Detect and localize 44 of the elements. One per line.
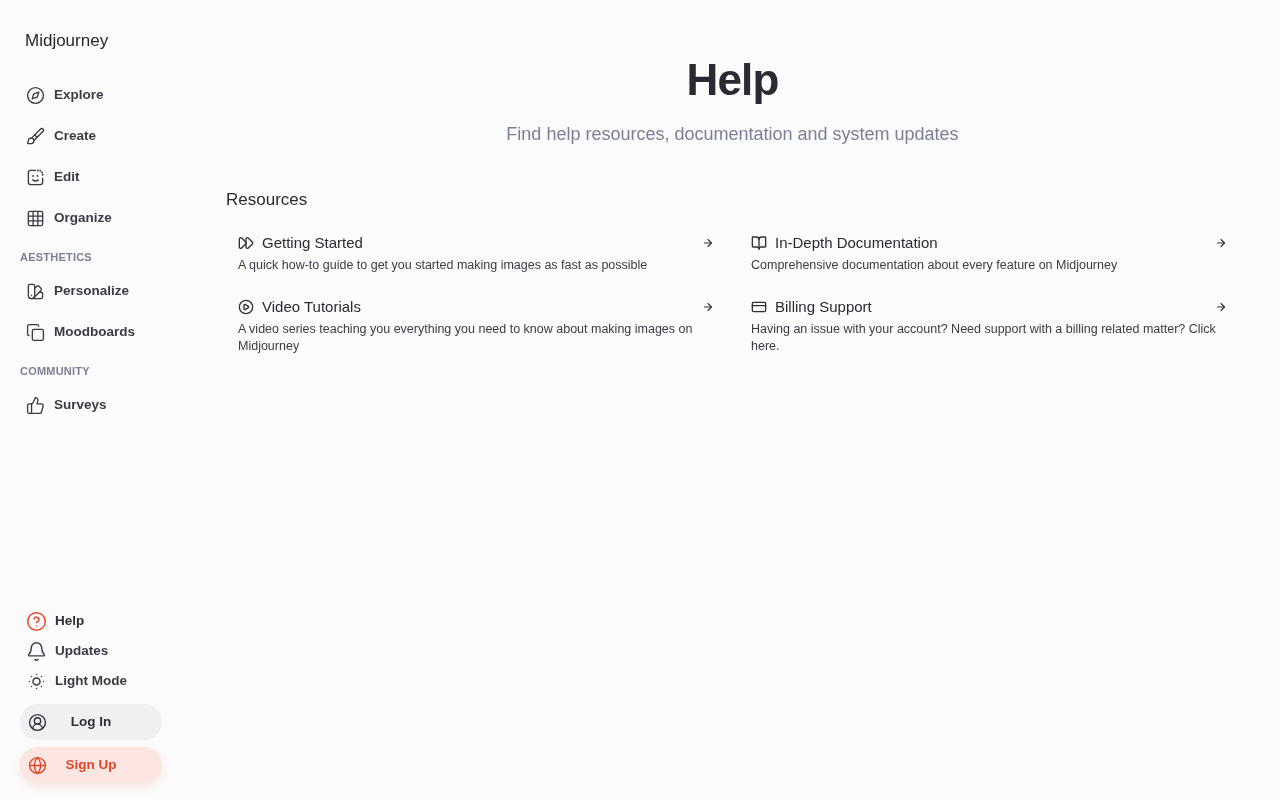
nav-item[interactable]: Edit — [20, 157, 180, 198]
globe-icon — [28, 755, 47, 775]
resource-link[interactable]: Getting Started — [262, 232, 363, 254]
arrow-right-icon[interactable] — [1215, 301, 1227, 313]
nav-item[interactable]: Personalize — [20, 271, 180, 312]
user-circle-icon — [28, 712, 47, 732]
nav-item[interactable]: Help — [20, 606, 180, 636]
thumbs-up-icon — [26, 396, 45, 415]
book-icon — [751, 235, 767, 251]
section-heading: AESTHETICS — [20, 250, 93, 265]
compass-icon — [26, 86, 45, 105]
brand-name[interactable]: Midjourney — [25, 30, 180, 52]
nav-item[interactable]: Organize — [20, 198, 180, 239]
nav-item[interactable]: Moodboards — [20, 312, 180, 353]
grid-icon — [26, 209, 45, 228]
resource-description: A video series teaching you everything you need to know about making images on Midjourney — [238, 321, 694, 355]
section-title: Resources — [226, 189, 309, 211]
resource-description: Having an issue with your account? Need support with a billing related matter? Click here. — [751, 321, 1217, 355]
nav-item[interactable]: Explore — [20, 75, 180, 116]
section-heading: COMMUNITY — [20, 364, 91, 379]
resource-link[interactable]: Video Tutorials — [262, 296, 361, 318]
arrow-right-icon[interactable] — [702, 301, 714, 313]
bell-icon — [26, 640, 47, 662]
resource-link[interactable]: In-Depth Documentation — [775, 232, 938, 254]
resource-description: A quick how-to guide to get you started making images as fast as possible — [238, 257, 649, 274]
nav-item[interactable]: Create — [20, 116, 180, 157]
arrow-right-icon[interactable] — [1215, 237, 1227, 249]
page-title: Help — [686, 55, 779, 105]
fast-forward-icon — [238, 235, 254, 251]
dashed-face-icon — [26, 168, 45, 187]
stacked-pages-icon — [26, 323, 45, 342]
play-circle-icon — [238, 299, 254, 315]
nav-item[interactable]: Light Mode — [20, 666, 180, 696]
help-icon — [26, 610, 47, 632]
nav-item[interactable]: Updates — [20, 636, 180, 666]
swatch-book-icon — [26, 282, 45, 301]
page-subtitle: Find help resources, documentation and system updates — [506, 123, 959, 146]
credit-card-icon — [751, 299, 767, 315]
log-in-button[interactable]: Log In — [20, 704, 162, 740]
resource-link[interactable]: Billing Support — [775, 296, 872, 318]
arrow-right-icon[interactable] — [702, 237, 714, 249]
brush-icon — [26, 127, 45, 146]
nav-item[interactable]: Surveys — [20, 385, 180, 426]
resource-description: Comprehensive documentation about every feature on Midjourney — [751, 257, 1119, 274]
